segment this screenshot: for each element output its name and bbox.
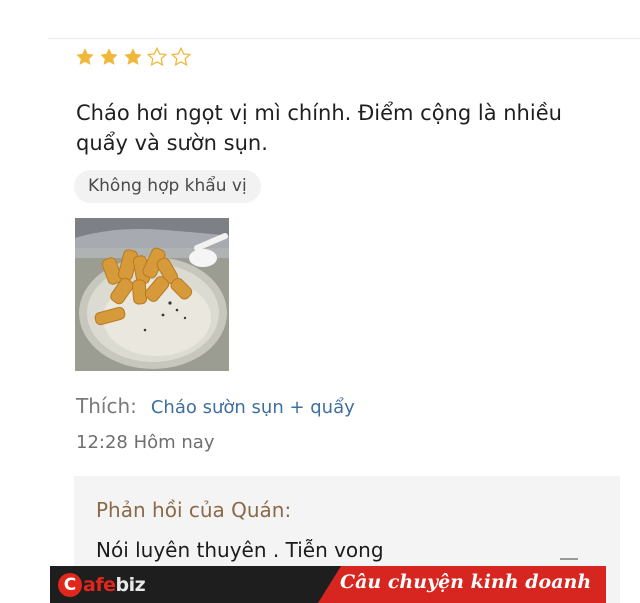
review-timestamp: 12:28 Hôm nay — [76, 432, 215, 453]
star-filled-icon — [124, 48, 142, 65]
cafebiz-logo-text: afebiz — [83, 573, 146, 596]
cafebiz-banner: C afebiz Câu chuyện kinh doanh — [50, 566, 606, 603]
like-row: Thích: Cháo sườn sụn + quẩy — [76, 394, 355, 418]
star-rating — [74, 46, 192, 68]
reply-title: Phản hồi của Quán: — [96, 498, 292, 522]
reply-text: Nói luyên thuyên . Tiễn vong — [96, 538, 384, 562]
review-text-line: quẩy và sườn sụn. — [76, 131, 268, 155]
cafebiz-logo-biz: biz — [115, 573, 146, 596]
review-text-line: Cháo hơi ngọt vị mì chính. Điểm cộng là … — [76, 101, 562, 125]
review-photo[interactable] — [75, 218, 229, 371]
star-filled-icon — [100, 48, 118, 65]
liked-dish-link[interactable]: Cháo sườn sụn + quẩy — [151, 397, 355, 418]
cafebiz-logo-c: C — [58, 572, 82, 597]
star-empty-icon — [170, 46, 192, 67]
review-text: Cháo hơi ngọt vị mì chính. Điểm cộng là … — [76, 98, 616, 158]
cafebiz-logo: C afebiz — [58, 569, 146, 600]
review-tag[interactable]: Không hợp khẩu vị — [74, 170, 261, 203]
like-label: Thích: — [76, 394, 137, 418]
slogan-text: Câu chuyện kinh doanh — [340, 571, 592, 593]
top-divider — [48, 38, 640, 39]
star-filled-icon — [76, 48, 94, 65]
congee-photo-image — [75, 218, 229, 371]
star-empty-icon — [146, 46, 168, 67]
cafebiz-logo-afe: afe — [83, 573, 116, 596]
